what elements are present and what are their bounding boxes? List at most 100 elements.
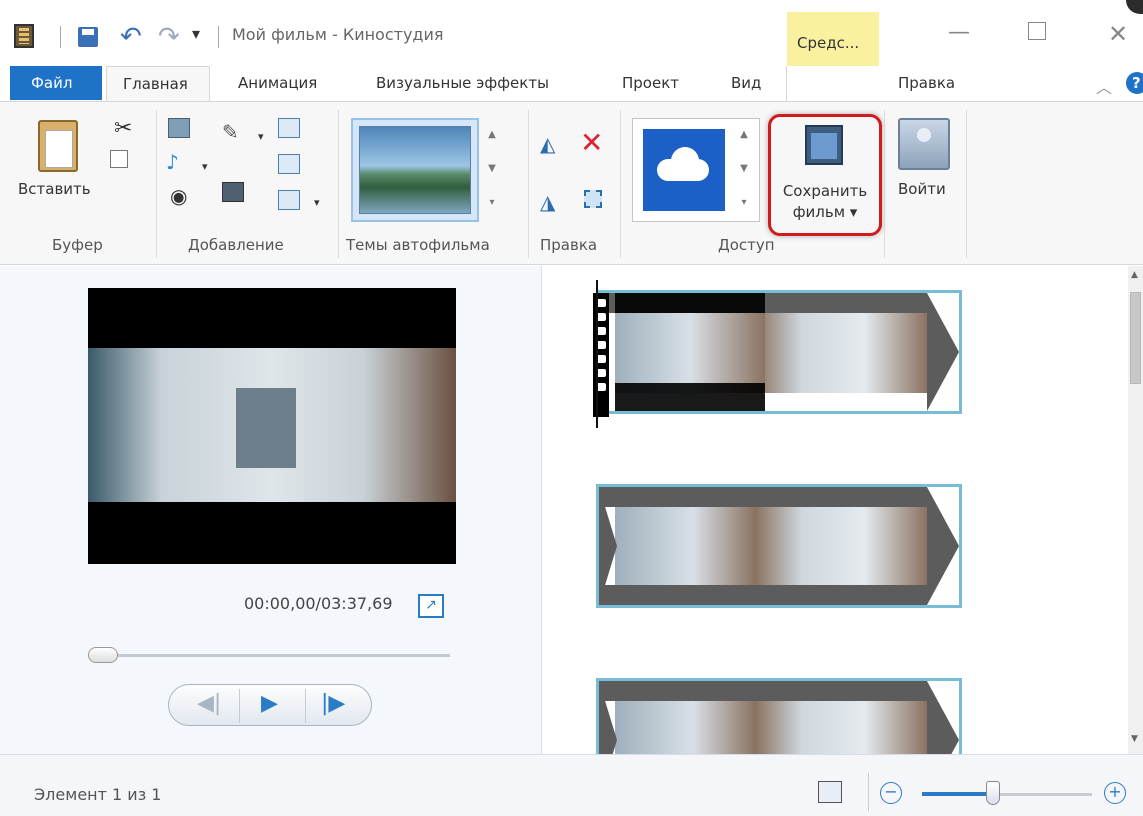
scrollbar-thumb[interactable]	[1130, 292, 1141, 384]
save-icon[interactable]	[78, 27, 98, 47]
storyboard-scrollbar[interactable]: ▲ ▼	[1128, 266, 1143, 754]
zoom-slider-thumb[interactable]	[986, 781, 1000, 805]
tab-project[interactable]: Проект	[622, 66, 679, 102]
tab-file[interactable]: Файл	[10, 66, 102, 100]
ribbon-tabs: Файл Главная Анимация Визуальные эффекты…	[0, 66, 1143, 102]
status-separator	[868, 773, 869, 811]
video-preview[interactable]	[88, 288, 456, 564]
paste-button-label[interactable]: Вставить	[18, 180, 91, 198]
controls-separator	[305, 689, 306, 723]
seek-bar[interactable]	[104, 654, 450, 657]
maximize-button[interactable]	[1028, 22, 1046, 40]
window-title: Мой фильм - Киностудия	[232, 25, 444, 44]
group-separator	[966, 110, 967, 258]
app-icon[interactable]	[14, 24, 34, 48]
playhead[interactable]	[596, 280, 598, 428]
autofilm-theme-gallery[interactable]	[351, 118, 479, 222]
group-separator	[156, 110, 157, 258]
chevron-up-icon[interactable]: ▲	[484, 118, 500, 152]
tab-edit[interactable]: Правка	[898, 66, 955, 102]
tab-visual-effects[interactable]: Визуальные эффекты	[376, 66, 549, 102]
copy-icon[interactable]	[110, 150, 128, 168]
save-movie-button[interactable]: Сохранить фильм ▾	[768, 114, 882, 236]
onedrive-icon[interactable]	[643, 129, 725, 211]
main-area: 00:00,00/03:37,69 ↗ ◀︎| ▶ |▶	[0, 266, 1143, 802]
quick-access-dropdown-icon[interactable]: ▾	[192, 24, 200, 43]
seek-thumb[interactable]	[88, 647, 118, 663]
cut-icon[interactable]: ✂	[114, 116, 132, 141]
chevron-down-icon[interactable]: ▼	[484, 152, 500, 186]
snapshot-icon[interactable]	[222, 182, 244, 202]
zoom-in-icon[interactable]: +	[1104, 782, 1126, 804]
undo-icon[interactable]: ↶	[120, 22, 142, 52]
group-label-themes: Темы автофильма	[346, 236, 490, 254]
clip-start-thumbnail	[615, 313, 765, 383]
title-separator	[218, 26, 219, 48]
group-label-share: Доступ	[718, 236, 775, 254]
gallery-expand-icon[interactable]: ▾	[736, 186, 752, 220]
title-bar: ↶ ↷ ▾ Мой фильм - Киностудия Средс... — …	[0, 0, 1143, 66]
chevron-down-icon[interactable]: ▾	[258, 130, 264, 143]
tab-animation[interactable]: Анимация	[238, 66, 317, 102]
signin-button-label[interactable]: Войти	[898, 180, 946, 198]
controls-separator	[239, 689, 240, 723]
save-movie-icon	[805, 125, 843, 165]
storyboard-view-icon[interactable]	[818, 781, 842, 803]
clip-thumbnails	[615, 507, 927, 587]
webcam-icon[interactable]: ◉	[170, 184, 187, 208]
title-icon[interactable]	[278, 118, 300, 138]
player-controls: ◀︎| ▶ |▶	[168, 684, 372, 726]
transition-arrow	[927, 293, 959, 411]
previous-frame-button[interactable]: ◀︎|	[197, 691, 221, 716]
chevron-up-icon[interactable]: ▲	[736, 118, 752, 152]
status-text: Элемент 1 из 1	[34, 785, 162, 804]
chevron-down-icon[interactable]: ▼	[736, 152, 752, 186]
group-separator	[620, 110, 621, 258]
save-movie-label: Сохранить фильм ▾	[773, 181, 877, 223]
theme-gallery-scroll[interactable]: ▲ ▼ ▾	[484, 118, 500, 222]
chevron-down-icon[interactable]: ▾	[314, 196, 320, 209]
group-label-add: Добавление	[188, 236, 284, 254]
play-button[interactable]: ▶	[261, 691, 278, 716]
share-gallery-scroll[interactable]: ▲ ▼ ▾	[736, 118, 752, 222]
rotate-left-icon[interactable]: ◭	[540, 132, 555, 156]
group-separator	[884, 110, 885, 258]
caption-icon[interactable]	[278, 154, 300, 174]
fullscreen-icon[interactable]: ↗	[418, 594, 444, 618]
chevron-down-icon[interactable]: ▾	[202, 160, 208, 173]
preview-pane: 00:00,00/03:37,69 ↗ ◀︎| ▶ |▶	[0, 266, 542, 754]
status-bar: Элемент 1 из 1 − +	[0, 754, 1143, 816]
rotate-right-icon[interactable]: ◮	[540, 190, 555, 214]
music-icon[interactable]: ♪	[166, 150, 179, 174]
chevron-up-icon[interactable]: ▲	[1131, 270, 1138, 280]
select-all-icon[interactable]	[584, 190, 602, 208]
paste-icon[interactable]	[38, 120, 78, 172]
group-separator	[338, 110, 339, 258]
close-button[interactable]: ✕	[1108, 20, 1128, 48]
time-readout: 00:00,00/03:37,69	[244, 594, 393, 613]
storyboard-clip[interactable]	[593, 290, 962, 417]
storyboard[interactable]	[542, 266, 1143, 802]
storyboard-clip[interactable]	[596, 484, 962, 608]
context-divider	[786, 66, 787, 102]
theme-thumbnail[interactable]	[359, 126, 471, 214]
zoom-out-icon[interactable]: −	[880, 782, 902, 804]
title-separator	[60, 26, 61, 48]
remove-icon[interactable]: ✕	[580, 126, 603, 159]
credits-icon[interactable]	[278, 190, 300, 210]
narration-icon[interactable]: ✎	[222, 120, 239, 144]
next-frame-button[interactable]: |▶	[321, 691, 345, 716]
tab-home[interactable]: Главная	[106, 66, 210, 102]
signin-icon[interactable]	[898, 118, 950, 170]
chevron-up-icon[interactable]: ︿	[1096, 74, 1112, 98]
context-tab-label: Средс...	[787, 12, 879, 66]
tab-view[interactable]: Вид	[731, 66, 761, 102]
clip-band	[599, 681, 927, 701]
gallery-expand-icon[interactable]: ▾	[484, 186, 500, 220]
group-label-editing: Правка	[540, 236, 598, 254]
help-icon[interactable]: ?	[1126, 72, 1143, 94]
minimize-button[interactable]: —	[948, 20, 970, 45]
redo-icon[interactable]: ↷	[158, 22, 180, 52]
photo-icon[interactable]	[168, 118, 190, 138]
chevron-down-icon[interactable]: ▼	[1131, 734, 1138, 744]
